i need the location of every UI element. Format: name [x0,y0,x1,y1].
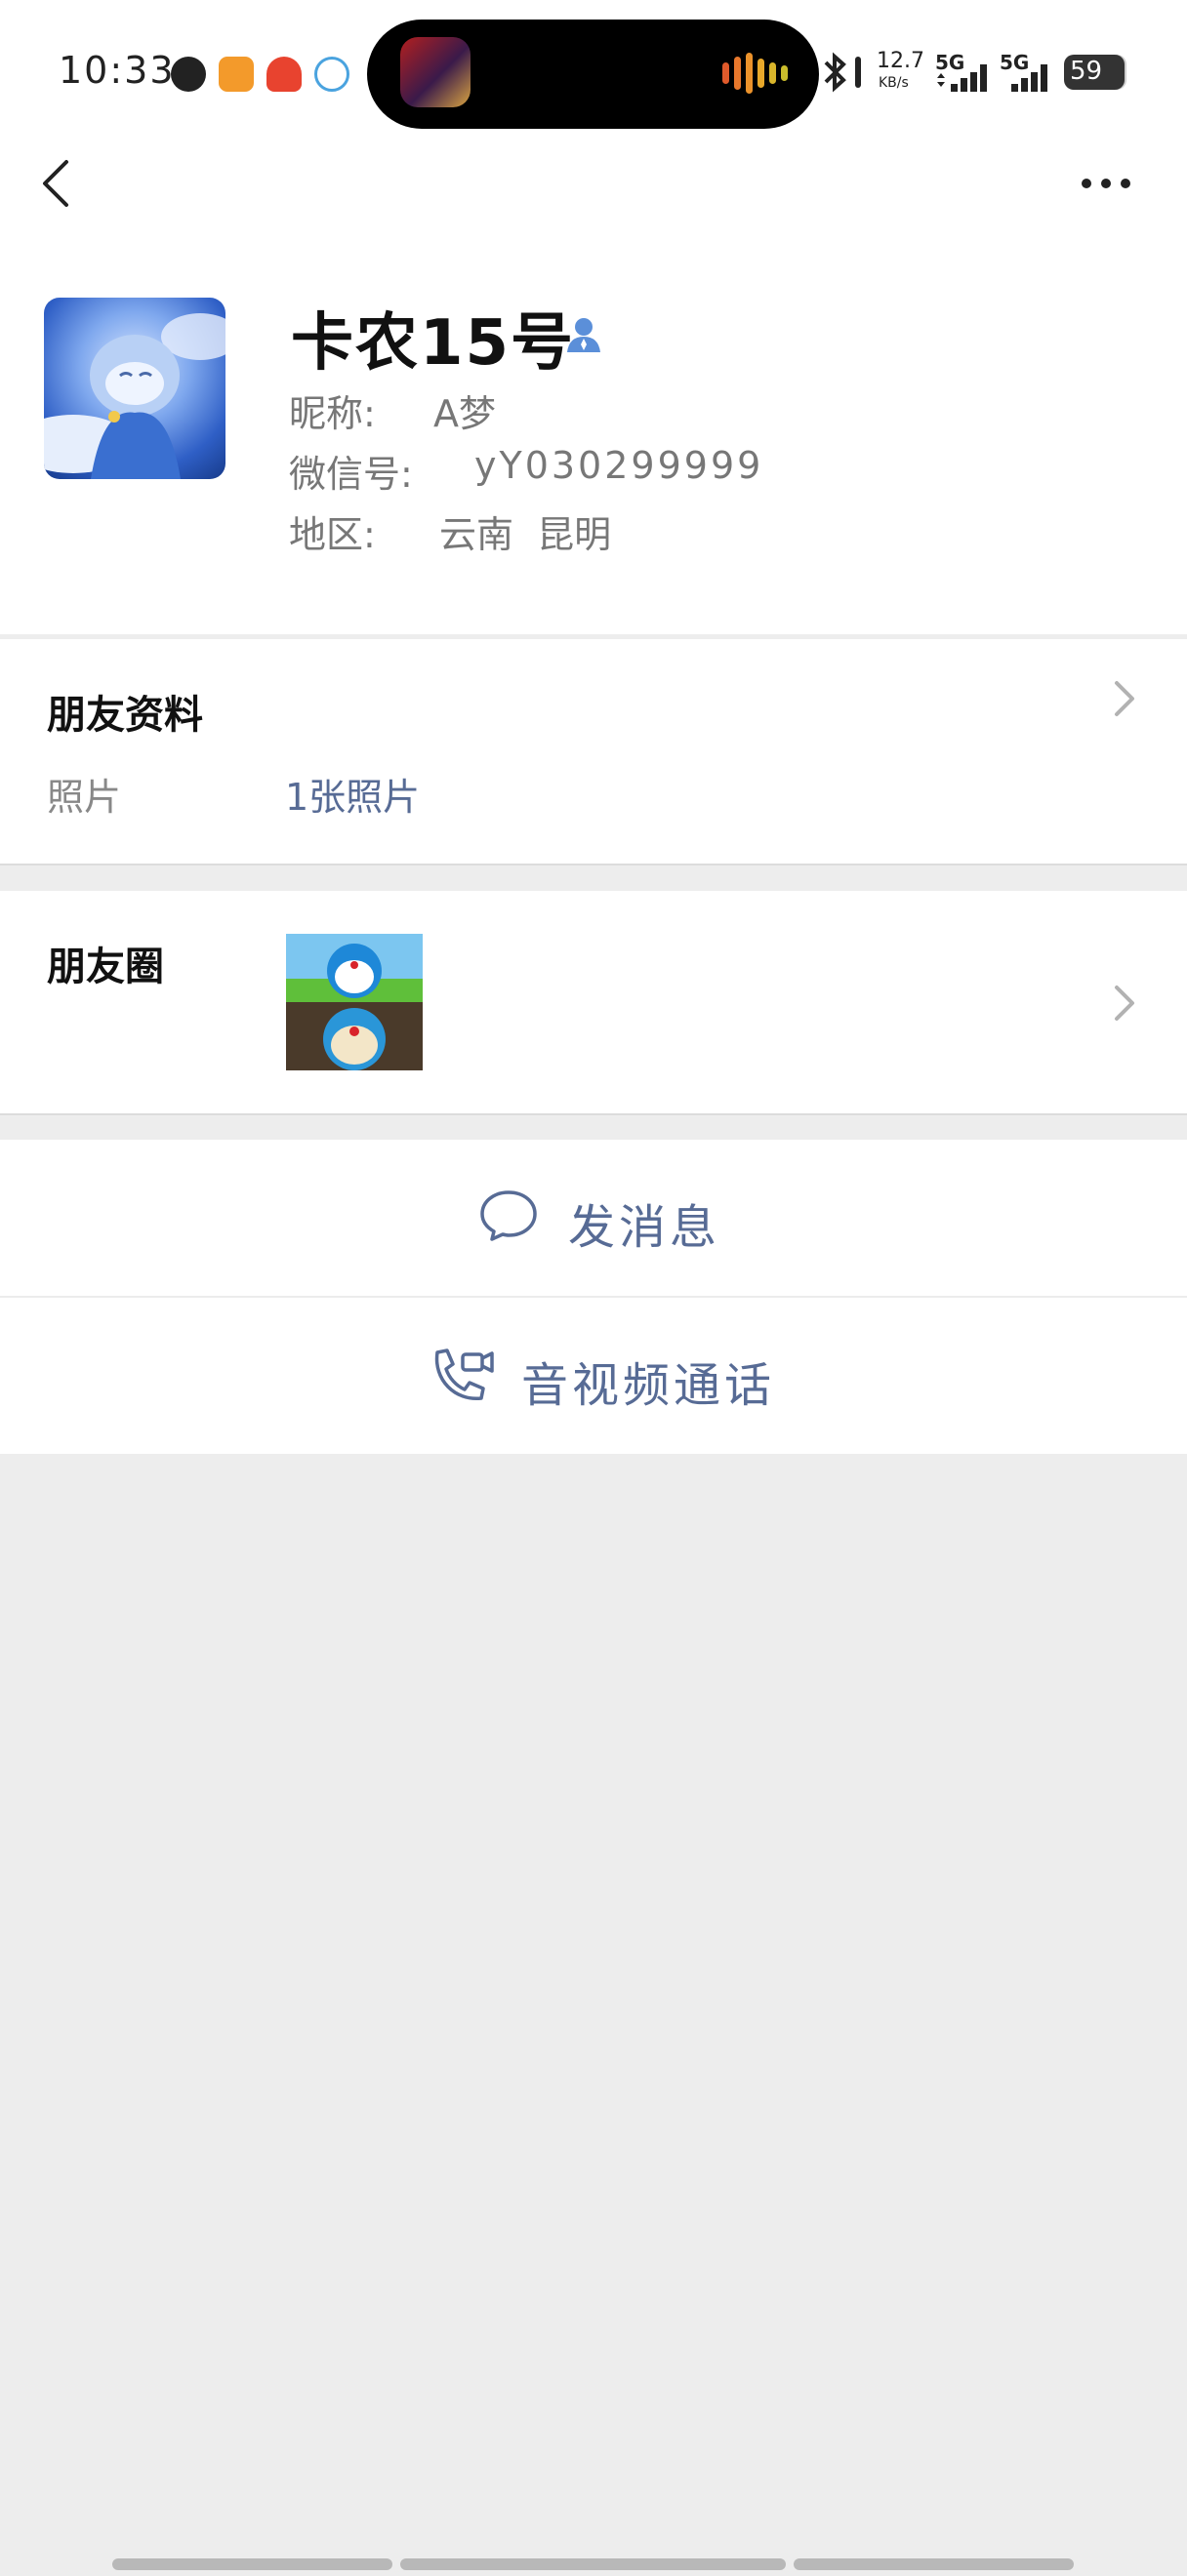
audio-wave-icon [769,62,776,84]
friend-info-title: 朋友资料 [47,693,203,738]
contact-display-name: 卡农15号 [291,307,576,380]
audio-wave-icon [722,62,729,84]
app-notification-icon [219,57,254,92]
divider [0,864,1187,865]
audio-wave-icon [734,57,741,90]
region-value: 云南 昆明 [439,513,612,556]
back-arrow-icon[interactable] [37,156,76,211]
contact-person-icon [567,318,600,352]
network-speed-unit: KB/s [879,75,909,91]
battery-level: 59 [1070,57,1103,86]
moments-title: 朋友圈 [47,945,164,989]
more-icon[interactable] [1079,176,1133,191]
voice-video-call-label: 音视频通话 [521,1358,776,1413]
signal-icon [937,64,987,92]
moments-thumbnail[interactable] [286,934,423,1070]
gesture-bar[interactable] [400,2558,786,2570]
app-notification-icon [171,57,206,92]
chevron-right-icon [1115,681,1134,716]
friend-info-section[interactable] [0,639,1187,864]
audio-wave-icon [757,59,764,88]
phone-video-icon [434,1348,494,1400]
photo-label: 照片 [47,776,122,819]
status-time: 10:33 [59,49,176,92]
divider [0,1113,1187,1115]
gesture-bar[interactable] [112,2558,392,2570]
signal-icon [1011,64,1047,92]
app-notification-icon [314,57,349,92]
app-notification-icon [266,57,302,92]
now-playing-artwork [400,37,471,107]
chat-bubble-icon [480,1190,537,1241]
photo-count-link[interactable]: 1张照片 [285,767,420,821]
audio-wave-icon [781,65,788,81]
nickname-value: A梦 [433,392,496,435]
vibrate-icon [855,57,861,88]
chevron-right-icon [1115,986,1134,1021]
network-speed: 12.7 [877,49,924,73]
wechat-id-value[interactable]: yY030299999 [474,444,763,487]
bluetooth-icon [824,52,846,93]
audio-wave-icon [746,53,753,94]
region-label: 地区: [289,513,376,556]
send-message-label: 发消息 [568,1200,721,1255]
moments-section[interactable] [0,891,1187,1115]
wechat-id-label: 微信号: [289,453,413,496]
avatar[interactable] [44,298,225,479]
nickname-label: 昵称: [289,392,376,435]
gesture-bar[interactable] [794,2558,1074,2570]
